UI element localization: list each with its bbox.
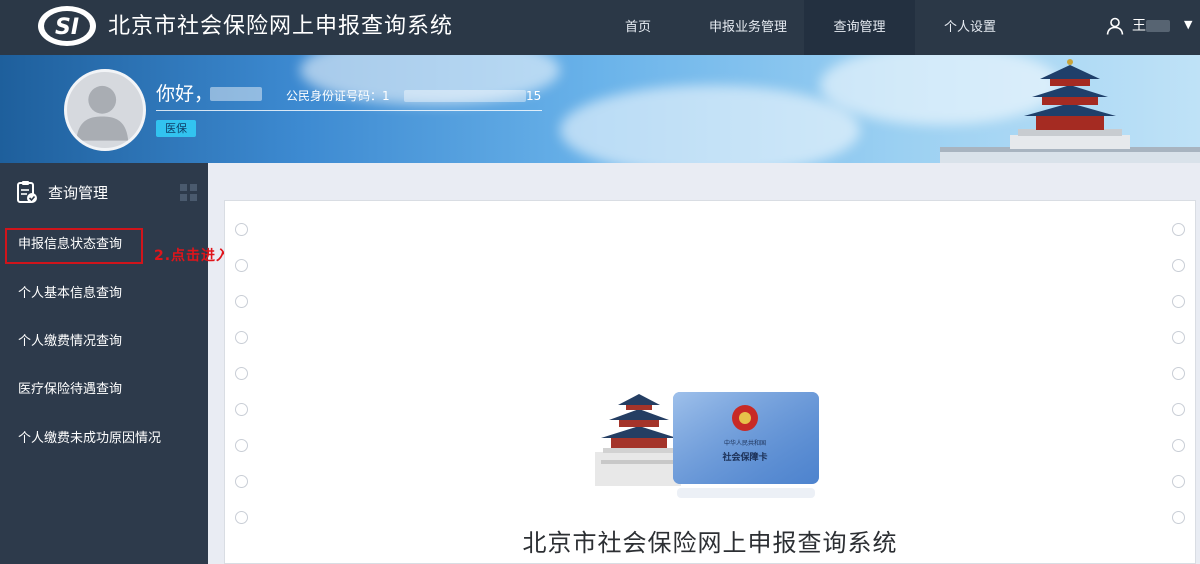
annotation-click-enter: 2.点击进入 xyxy=(154,248,232,264)
greeting-text: 你好， xyxy=(156,83,214,105)
user-name-redacted xyxy=(1146,20,1170,32)
sidebar-item-medical-benefit-query[interactable]: 医疗保险待遇查询 xyxy=(0,366,208,414)
nav-query-management[interactable]: 查询管理 xyxy=(804,0,915,55)
sidebar-item-payment-query[interactable]: 个人缴费情况查询 xyxy=(0,318,208,366)
id-number-label: 公民身份证号码：1 xyxy=(286,89,390,103)
logo-text: SI xyxy=(55,15,79,40)
highlight-annotation-box xyxy=(5,228,143,264)
caret-down-icon[interactable]: ▼ xyxy=(1184,16,1192,34)
cloud-decoration xyxy=(560,85,860,163)
clipboard-check-icon xyxy=(17,181,37,203)
nav-personal-settings[interactable]: 个人设置 xyxy=(925,0,1015,55)
user-menu[interactable]: 王 ▼ xyxy=(1100,0,1200,55)
sidebar-title: 查询管理 xyxy=(48,184,109,202)
sidebar-item-failed-payment-reasons[interactable]: 个人缴费未成功原因情况 xyxy=(0,415,208,463)
nav-declaration-management[interactable]: 申报业务管理 xyxy=(690,0,806,55)
si-logo-icon: SI xyxy=(38,6,96,46)
profile-banner: 你好， 公民身份证号码：1 15 医保 xyxy=(0,55,1200,163)
insurance-type-badge: 医保 xyxy=(156,120,196,137)
right-margin-holes xyxy=(1172,223,1186,547)
nav-home[interactable]: 首页 xyxy=(604,0,672,55)
main-content-panel xyxy=(224,200,1196,564)
top-navbar: SI 北京市社会保险网上申报查询系统 首页 申报业务管理 查询管理 个人设置 王… xyxy=(0,0,1200,55)
banner-divider xyxy=(156,110,542,111)
avatar-person-icon xyxy=(76,85,129,141)
avatar[interactable] xyxy=(64,69,146,151)
grid-icon[interactable] xyxy=(180,184,198,202)
id-number-suffix: 15 xyxy=(526,89,542,103)
user-icon xyxy=(1106,17,1124,35)
welcome-system-title: 北京市社会保险网上申报查询系统 xyxy=(522,529,898,557)
social-security-card-image: 中华人民共和国 社会保障卡 xyxy=(595,392,819,498)
id-number-redacted xyxy=(404,90,526,102)
name-redacted xyxy=(210,87,262,101)
user-name: 王 xyxy=(1132,18,1146,34)
sidebar-header: 查询管理 xyxy=(0,163,208,221)
sidebar-item-personal-info-query[interactable]: 个人基本信息查询 xyxy=(0,270,208,318)
system-title: 北京市社会保险网上申报查询系统 xyxy=(108,14,454,39)
temple-of-heaven-image xyxy=(940,59,1200,163)
card-name-text: 社会保障卡 xyxy=(721,451,767,463)
card-country-text: 中华人民共和国 xyxy=(724,439,766,447)
left-margin-holes xyxy=(235,223,249,547)
sidebar: 查询管理 申报信息状态查询 个人基本信息查询 个人缴费情况查询 医疗保险待遇查询… xyxy=(0,163,208,564)
